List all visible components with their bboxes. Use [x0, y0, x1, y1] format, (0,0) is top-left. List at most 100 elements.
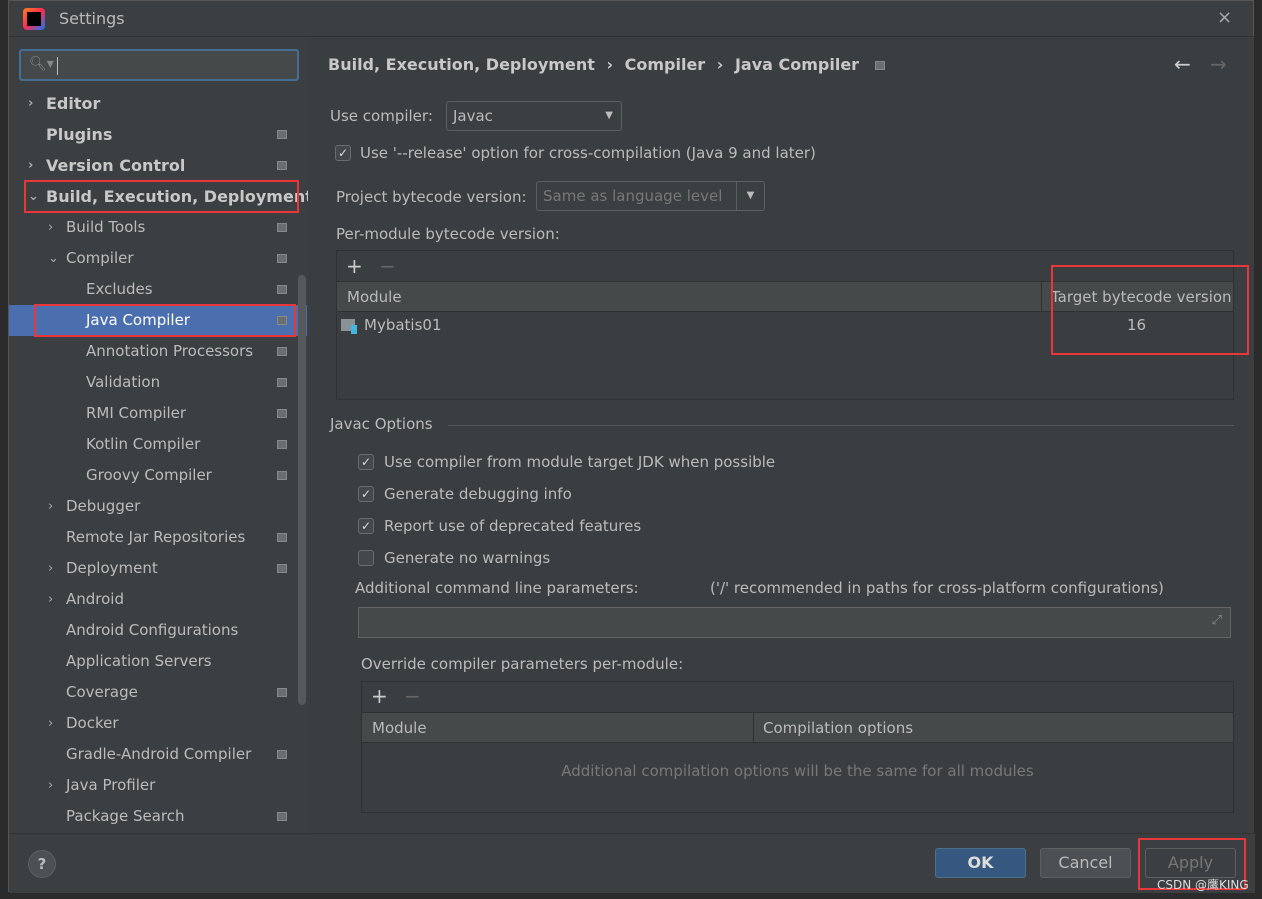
chevron-right-icon[interactable]: › [48, 584, 53, 615]
column-compilation-options[interactable]: Compilation options [753, 713, 913, 742]
forward-icon[interactable]: → [1210, 52, 1227, 76]
sidebar-item[interactable]: › Deployment [9, 553, 307, 584]
override-table: + − Module Compilation options Additiona… [361, 681, 1234, 813]
option-label: Use compiler from module target JDK when… [384, 453, 776, 471]
sidebar-item[interactable]: › Build Tools [9, 212, 307, 243]
sidebar-item[interactable]: › Java Profiler [9, 770, 307, 801]
settings-sidebar: 🔍︎▾ › Editor Plugins › Version Control ⌄ Build… [9, 38, 313, 833]
sidebar-item-label: Groovy Compiler [86, 466, 212, 484]
sidebar-item[interactable]: › Android [9, 584, 307, 615]
add-icon[interactable]: + [346, 254, 363, 278]
sidebar-item[interactable]: Package Search [9, 801, 307, 832]
chevron-right-icon[interactable]: › [48, 212, 53, 243]
sidebar-item[interactable]: Excludes [9, 274, 307, 305]
option-label: Generate no warnings [384, 549, 551, 567]
option-label: Generate debugging info [384, 485, 572, 503]
sidebar-item[interactable]: ⌄ Compiler [9, 243, 307, 274]
chevron-right-icon[interactable]: › [48, 553, 53, 584]
sidebar-item[interactable]: RMI Compiler [9, 398, 307, 429]
chevron-right-icon[interactable]: › [48, 770, 53, 801]
release-checkbox[interactable]: ✓ [335, 145, 351, 161]
highlight-box [1051, 265, 1249, 355]
sidebar-item-label: RMI Compiler [86, 404, 187, 422]
close-icon[interactable]: × [1217, 7, 1232, 28]
project-scope-icon [277, 533, 287, 542]
option-checkbox[interactable]: ✓ [358, 486, 374, 502]
title-bar: Settings × [9, 1, 1255, 37]
option-label: Report use of deprecated features [384, 517, 642, 535]
option-checkbox[interactable] [358, 550, 374, 566]
sidebar-item[interactable]: Annotation Processors [9, 336, 307, 367]
breadcrumb-item[interactable]: Compiler [625, 55, 706, 74]
search-input[interactable]: 🔍︎▾ [19, 49, 299, 81]
chevron-right-icon[interactable]: › [28, 88, 33, 119]
sidebar-item-label: Android [66, 590, 124, 608]
sidebar-item[interactable]: Coverage [9, 677, 307, 708]
project-bytecode-select[interactable]: Same as language level ▼ [536, 181, 765, 211]
sidebar-item[interactable]: Android Configurations [9, 615, 307, 646]
chevron-down-icon[interactable]: ⌄ [48, 243, 59, 274]
project-scope-icon [277, 750, 287, 759]
project-scope-icon [277, 285, 287, 294]
sidebar-item-label: Remote Jar Repositories [66, 528, 246, 546]
option-checkbox[interactable]: ✓ [358, 518, 374, 534]
additional-params-label: Additional command line parameters: [355, 579, 639, 597]
cancel-button[interactable]: Cancel [1040, 848, 1131, 878]
sidebar-item[interactable]: Kotlin Compiler [9, 429, 307, 460]
sidebar-item-label: Deployment [66, 559, 158, 577]
highlight-box [34, 304, 296, 337]
project-scope-icon [277, 254, 287, 263]
sidebar-item[interactable]: › Editor [9, 88, 307, 119]
project-scope-icon [277, 688, 287, 697]
chevron-right-icon[interactable]: › [48, 491, 53, 522]
sidebar-item[interactable]: Remote Jar Repositories [9, 522, 307, 553]
dialog-footer: ? OK Cancel Apply CSDN @鹰KING [9, 833, 1255, 893]
empty-table-text: Additional compilation options will be t… [561, 762, 1034, 780]
override-label: Override compiler parameters per-module: [361, 655, 684, 673]
sidebar-item-label: Coverage [66, 683, 138, 701]
remove-icon[interactable]: − [404, 684, 421, 708]
sidebar-item[interactable]: › Version Control [9, 150, 307, 181]
search-icon: 🔍︎▾ [29, 56, 54, 72]
additional-params-hint: ('/' recommended in paths for cross-plat… [710, 579, 1164, 597]
sidebar-item[interactable]: Plugins [9, 119, 307, 150]
project-scope-icon [277, 409, 287, 418]
chevron-right-icon[interactable]: › [48, 708, 53, 739]
breadcrumb-item[interactable]: Build, Execution, Deployment [328, 55, 595, 74]
sidebar-item[interactable]: Application Servers [9, 646, 307, 677]
expand-icon[interactable]: ⤢ [1212, 613, 1222, 628]
intellij-logo-icon [23, 8, 45, 30]
additional-params-input[interactable]: ⤢ [358, 607, 1231, 638]
sidebar-scrollbar[interactable] [298, 275, 306, 705]
column-module[interactable]: Module [347, 288, 402, 306]
sidebar-item-label: Kotlin Compiler [86, 435, 201, 453]
sidebar-item-label: Excludes [86, 280, 153, 298]
sidebar-item-label: Compiler [66, 249, 134, 267]
table-header: Module Compilation options [362, 712, 1233, 743]
breadcrumb-item: Java Compiler [734, 55, 860, 74]
settings-dialog: Settings × 🔍︎▾ › Editor Plugins › Version Co… [8, 0, 1255, 893]
chevron-right-icon[interactable]: › [28, 150, 33, 181]
option-checkbox[interactable]: ✓ [358, 454, 374, 470]
per-module-label: Per-module bytecode version: [336, 225, 560, 243]
column-module[interactable]: Module [372, 719, 427, 737]
sidebar-item[interactable]: Validation [9, 367, 307, 398]
project-scope-icon [277, 471, 287, 480]
sidebar-item[interactable]: › Docker [9, 708, 307, 739]
compiler-select[interactable]: Javac ▼ [446, 101, 622, 131]
add-icon[interactable]: + [371, 684, 388, 708]
remove-icon[interactable]: − [379, 254, 396, 278]
ok-button[interactable]: OK [935, 848, 1026, 878]
settings-scope-icon [874, 61, 885, 70]
sidebar-item[interactable]: › Debugger [9, 491, 307, 522]
back-icon[interactable]: ← [1174, 52, 1191, 76]
window-title: Settings [59, 9, 125, 28]
breadcrumb: Build, Execution, Deployment › Compiler … [328, 55, 885, 74]
sidebar-item-label: Annotation Processors [86, 342, 254, 360]
sidebar-item[interactable]: Groovy Compiler [9, 460, 307, 491]
help-button[interactable]: ? [28, 850, 56, 878]
java-compiler-panel: Build, Execution, Deployment › Compiler … [308, 38, 1254, 833]
sidebar-item[interactable]: Gradle-Android Compiler [9, 739, 307, 770]
sidebar-item-label: Build Tools [66, 218, 146, 236]
sidebar-item-label: Android Configurations [66, 621, 239, 639]
